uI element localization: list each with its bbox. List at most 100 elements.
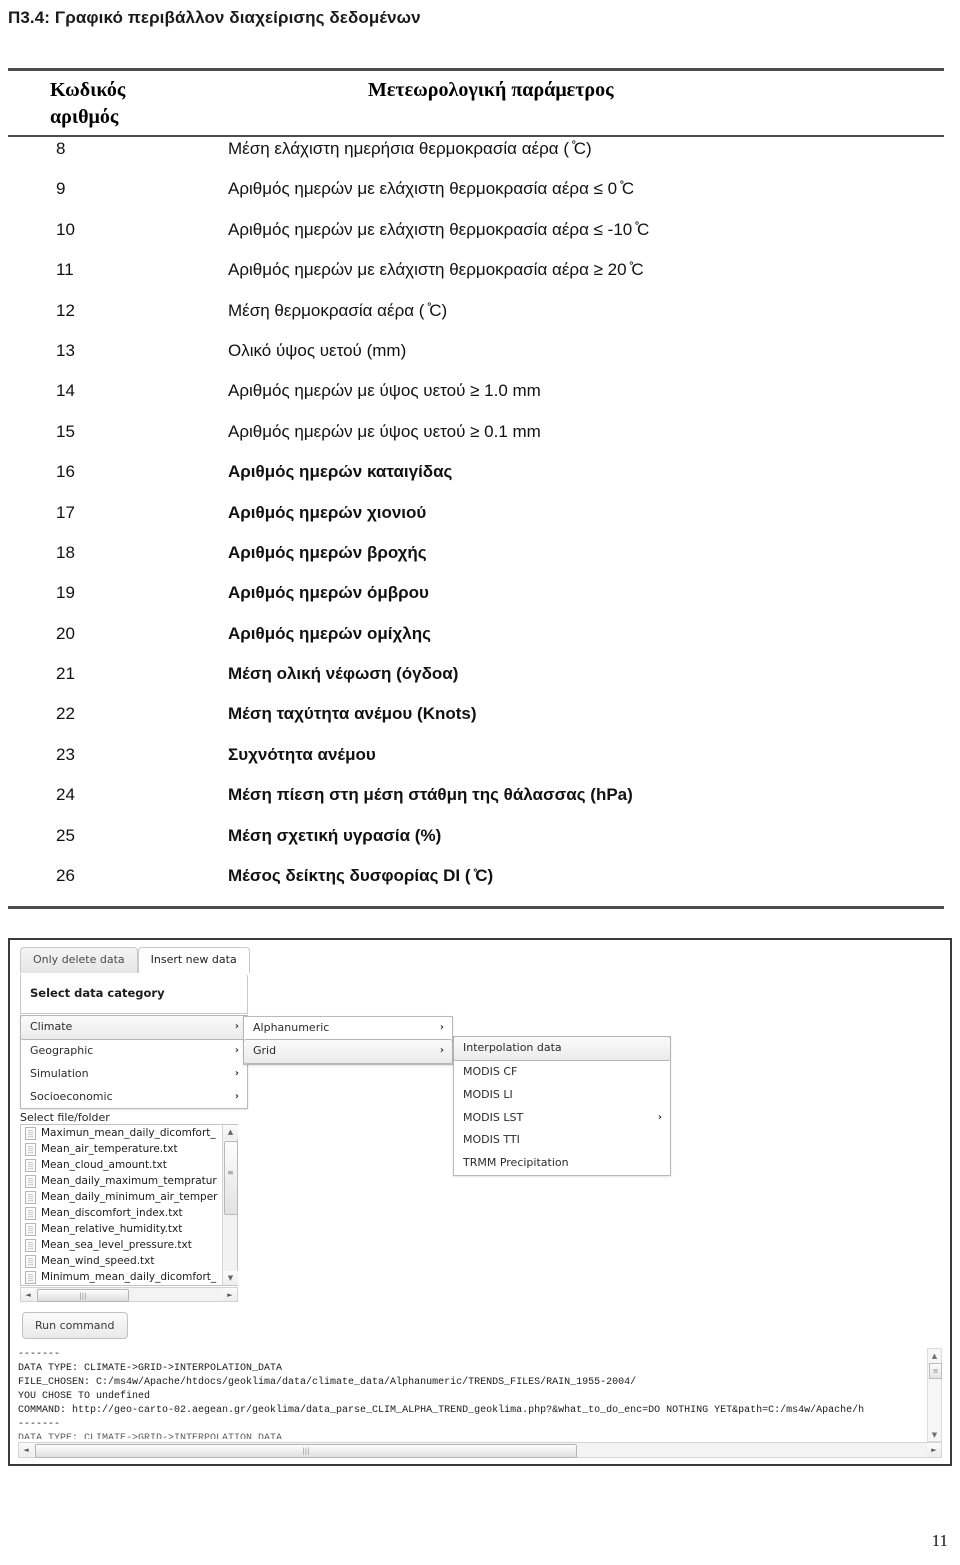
menu-item-simulation[interactable]: Simulation › [21, 1062, 247, 1086]
document-icon [25, 1222, 36, 1236]
table-header-code: Κωδικός αριθμός [8, 77, 188, 131]
application-screenshot: Only delete data Insert new data Select d… [8, 938, 952, 1466]
chevron-right-icon: › [234, 1045, 239, 1057]
menu-item-label: MODIS TTI [463, 1133, 520, 1147]
table-row: 18 Αριθμός ημερών βροχής [8, 543, 944, 583]
list-item[interactable]: Mean_daily_maximum_tempratur [21, 1173, 223, 1189]
list-item[interactable]: Mean_relative_humidity.txt [21, 1221, 223, 1237]
table-cell-code: 17 [56, 502, 75, 522]
table-cell-code: 8 [56, 139, 66, 158]
table-cell-code: 18 [56, 542, 75, 562]
table-cell-code: 24 [56, 785, 75, 805]
list-item[interactable]: Mean_cloud_amount.txt [21, 1157, 223, 1173]
list-item[interactable]: Mean_air_temperature.txt [21, 1141, 223, 1157]
console-scroll-right-icon[interactable]: ► [927, 1443, 941, 1457]
list-item[interactable]: Maximun_mean_daily_dicomfort_ [21, 1125, 223, 1141]
console-scroll-down-icon[interactable]: ▼ [928, 1428, 941, 1441]
parameter-table: Κωδικός αριθμός Μετεωρολογική παράμετρος… [8, 68, 944, 910]
menu-item-grid[interactable]: Grid › [243, 1038, 453, 1064]
menu-item-alphanumeric[interactable]: Alphanumeric › [244, 1017, 452, 1040]
menu-item-modis-li[interactable]: MODIS LI [454, 1083, 670, 1107]
chevron-right-icon: › [439, 1045, 444, 1057]
table-row: 20 Αριθμός ημερών ομίχλης [8, 624, 944, 664]
console-scroll-up-icon[interactable]: ▲ [928, 1349, 941, 1362]
table-cell-code: 21 [56, 664, 75, 684]
menu-item-trmm-precipitation[interactable]: TRMM Precipitation [454, 1152, 670, 1176]
table-row: 26 Μέσος δείκτης δυσφορίας DI ( ̊C) [8, 866, 944, 906]
menu-item-geographic[interactable]: Geographic › [21, 1039, 247, 1063]
console-text: ------- DATA TYPE: CLIMATE->GRID->INTERPO… [18, 1348, 914, 1440]
table-cell-code: 20 [56, 623, 75, 643]
list-item[interactable]: Mean_daily_minimum_air_temper [21, 1189, 223, 1205]
table-body: 8 Μέση ελάχιστη ημερήσια θερμοκρασία αέρα… [8, 137, 944, 906]
table-cell-parameter: Μέση σχετική υγρασία (%) [228, 825, 442, 845]
table-cell-parameter: Αριθμός ημερών όμβρου [228, 583, 429, 603]
table-cell-code: 12 [56, 300, 75, 320]
document-icon [25, 1158, 36, 1172]
scroll-up-icon[interactable]: ▲ [223, 1125, 238, 1139]
table-header-code-line1: Κωδικός [50, 79, 126, 101]
file-list[interactable]: Maximun_mean_daily_dicomfort_ Mean_air_te… [21, 1125, 223, 1285]
file-name: Mean_air_temperature.txt [41, 1143, 178, 1155]
console-horizontal-scrollbar[interactable]: ◄ ||| ► [18, 1442, 942, 1458]
menu-item-socioeconomic[interactable]: Socioeconomic › [21, 1085, 247, 1109]
table-row: 23 Συχνότητα ανέμου [8, 745, 944, 785]
console-line: DATA TYPE: CLIMATE->GRID->INTERPOLATION_… [18, 1363, 283, 1374]
table-row: 15 Αριθμός ημερών με ύψος υετού ≥ 0.1 mm [8, 422, 944, 462]
file-list-vertical-scrollbar[interactable]: ▲ ▼ [222, 1125, 238, 1285]
menu-level1: Climate › Geographic › Simulation › Socioecono… [20, 1015, 248, 1110]
table-cell-parameter: Αριθμός ημερών με ύψος υετού ≥ 1.0 mm [228, 381, 541, 401]
file-section-label: Select file/folder [20, 1111, 110, 1124]
tab-only-delete-data[interactable]: Only delete data [20, 947, 138, 974]
list-item[interactable]: Minimum_mean_daily_dicomfort_ [21, 1269, 223, 1285]
scroll-down-icon[interactable]: ▼ [223, 1271, 238, 1285]
list-item[interactable]: Mean_wind_speed.txt [21, 1253, 223, 1269]
table-cell-parameter: Μέση ταχύτητα ανέμου (Knots) [228, 704, 477, 724]
table-cell-parameter: Αριθμός ημερών με ύψος υετού ≥ 0.1 mm [228, 421, 541, 441]
table-header-code-line2: αριθμός [50, 106, 119, 128]
menu-item-interpolation-data[interactable]: Interpolation data [453, 1036, 671, 1061]
table-cell-code: 11 [56, 260, 74, 280]
page-title: Π3.4: Γραφικό περιβάλλον διαχείρισης δεδ… [8, 8, 421, 27]
scroll-left-icon[interactable]: ◄ [21, 1288, 35, 1301]
table-cell-parameter: Μέση θερμοκρασία αέρα ( ̊C) [228, 300, 448, 320]
table-cell-parameter: Αριθμός ημερών χιονιού [228, 502, 427, 522]
table-header-parameter: Μετεωρολογική παράμετρος [368, 79, 614, 101]
table-row: 22 Μέση ταχύτητα ανέμου (Knots) [8, 704, 944, 744]
table-cell-code: 9 [56, 179, 66, 199]
menu-level3: Interpolation data MODIS CF MODIS LI MODIS … [453, 1036, 671, 1177]
list-item[interactable]: Mean_sea_level_pressure.txt [21, 1237, 223, 1253]
list-item[interactable]: Mean_discomfort_index.txt [21, 1205, 223, 1221]
table-cell-parameter: Αριθμός ημερών με ελάχιστη θερμοκρασία α… [228, 219, 650, 239]
menu-item-climate[interactable]: Climate › [20, 1015, 248, 1040]
console-hscroll-thumb[interactable]: ||| [35, 1444, 577, 1458]
console-scroll-left-icon[interactable]: ◄ [19, 1443, 33, 1457]
table-cell-code: 16 [56, 462, 75, 482]
console-line: FILE_CHOSEN: C:/ms4w/Apache/htdocs/geokl… [18, 1377, 637, 1388]
file-name: Minimum_mean_daily_dicomfort_ [41, 1271, 217, 1283]
table-cell-code: 23 [56, 744, 75, 764]
table-row: 19 Αριθμός ημερών όμβρου [8, 583, 944, 623]
menu-item-modis-cf[interactable]: MODIS CF [454, 1060, 670, 1084]
page-number: 11 [931, 1531, 948, 1550]
menu-item-label: Climate [30, 1020, 73, 1033]
tab-insert-new-data[interactable]: Insert new data [137, 947, 250, 974]
menu-item-label: Simulation [30, 1066, 89, 1080]
file-list-horizontal-scrollbar[interactable]: ◄ ||| ► [20, 1287, 238, 1302]
document-icon [25, 1238, 36, 1252]
scroll-right-icon[interactable]: ► [223, 1288, 237, 1301]
table-cell-code: 19 [56, 583, 75, 603]
menu-item-modis-tti[interactable]: MODIS TTI [454, 1129, 670, 1153]
table-row: 24 Μέση πίεση στη μέση στάθμη της θάλασσα… [8, 785, 944, 825]
table-row: 12 Μέση θερμοκρασία αέρα ( ̊C) [8, 301, 944, 341]
file-list-box: Maximun_mean_daily_dicomfort_ Mean_air_te… [20, 1124, 238, 1286]
run-command-button[interactable]: Run command [22, 1312, 128, 1339]
file-list-hscroll-thumb[interactable]: ||| [37, 1289, 129, 1302]
console-scroll-thumb[interactable]: ≡ [929, 1363, 942, 1379]
file-list-scroll-thumb[interactable] [224, 1141, 238, 1215]
menu-item-modis-lst[interactable]: MODIS LST › [454, 1106, 670, 1130]
menu-item-label: MODIS LST [463, 1110, 524, 1124]
console-vertical-scrollbar[interactable]: ▲ ≡ ▼ [927, 1348, 942, 1442]
menu-item-label: Grid [253, 1043, 277, 1057]
document-icon [25, 1270, 36, 1284]
